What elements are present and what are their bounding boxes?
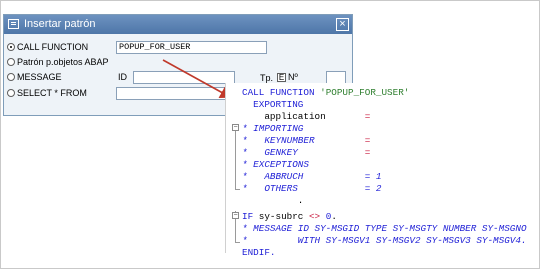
code-text: * EXCEPTIONS — [242, 159, 309, 170]
code-text: . — [242, 195, 304, 206]
code-token: IF — [242, 211, 259, 222]
call-function-input[interactable]: POPUP_FOR_USER — [116, 41, 267, 54]
code-token: * GENKEY — [242, 147, 365, 158]
code-token: . — [331, 211, 337, 222]
message-type-input[interactable]: E — [277, 73, 286, 82]
code-token: * IMPORTING — [242, 123, 304, 134]
fold-guide-end — [235, 242, 240, 243]
code-text: ENDIF. — [242, 247, 275, 258]
code-token: * ABBRUCH = 1 — [242, 171, 382, 182]
code-token: * KEYNUMBER — [242, 135, 365, 146]
message-id-label: ID — [118, 72, 127, 82]
option-abap-object-pattern[interactable]: Patrón p.objetos ABAP — [7, 55, 109, 69]
code-text: IF sy-subrc <> 0. — [242, 211, 337, 222]
option-select-from[interactable]: SELECT * FROM — [7, 86, 87, 100]
select-from-input[interactable] — [116, 87, 228, 100]
abap-code-editor: CALL FUNCTION 'POPUP_FOR_USER' EXPORTING… — [225, 83, 539, 258]
code-token: = — [364, 111, 371, 122]
code-token: ENDIF. — [242, 247, 276, 258]
code-text: * GENKEY = — [242, 147, 370, 158]
option-label: MESSAGE — [17, 72, 62, 82]
code-token: sy-subrc — [258, 211, 309, 222]
option-label: CALL FUNCTION — [17, 42, 89, 52]
option-label: Patrón p.objetos ABAP — [17, 57, 109, 67]
option-message[interactable]: MESSAGE — [7, 70, 62, 84]
code-token: * OTHERS = 2 — [242, 183, 382, 194]
code-text: * WITH SY-MSGV1 SY-MSGV2 SY-MSGV3 SY-MSG… — [242, 235, 527, 246]
code-text: EXPORTING — [242, 99, 303, 110]
code-text: * OTHERS = 2 — [242, 183, 381, 194]
code-token: * EXCEPTIONS — [242, 159, 309, 170]
code-token: * WITH SY-MSGV1 SY-MSGV2 SY-MSGV3 SY-MSG… — [242, 235, 527, 246]
code-token: EXPORTING — [253, 99, 304, 110]
fold-toggle-icon[interactable]: − — [232, 212, 239, 219]
radio-call-function[interactable] — [7, 42, 15, 51]
code-token: = — [364, 147, 371, 158]
code-token: . — [242, 195, 304, 206]
fold-toggle-icon[interactable]: − — [232, 124, 239, 131]
code-text: * KEYNUMBER = — [242, 135, 370, 146]
code-token: <> — [308, 211, 321, 222]
code-token: CALL FUNCTION — [242, 87, 321, 98]
code-text: application = — [242, 111, 370, 122]
option-call-function[interactable]: CALL FUNCTION — [7, 40, 88, 54]
code-text: * ABBRUCH = 1 — [242, 171, 381, 182]
message-id-input[interactable] — [133, 71, 235, 84]
fold-guide-end — [235, 189, 240, 190]
code-token: application — [264, 111, 365, 122]
message-number-label: Nº — [288, 72, 298, 82]
code-token: 'POPUP_FOR_USER' — [320, 87, 410, 98]
dialog-title: Insertar patrón — [24, 18, 96, 30]
close-icon[interactable]: × — [336, 18, 349, 31]
code-token: * MESSAGE ID SY-MSGID TYPE SY-MSGTY NUMB… — [242, 223, 527, 234]
code-text: CALL FUNCTION 'POPUP_FOR_USER' — [242, 87, 409, 98]
code-token: = — [364, 135, 371, 146]
code-text: * IMPORTING — [242, 123, 303, 134]
radio-message[interactable] — [7, 72, 15, 81]
dialog-title-bar: Insertar patrón × — [4, 15, 352, 34]
radio-select-from[interactable] — [7, 88, 15, 97]
window-icon — [8, 19, 19, 29]
radio-abap-object-pattern[interactable] — [7, 57, 15, 66]
option-label: SELECT * FROM — [17, 88, 87, 98]
code-text: * MESSAGE ID SY-MSGID TYPE SY-MSGTY NUMB… — [242, 223, 527, 234]
fold-guide — [235, 129, 236, 190]
